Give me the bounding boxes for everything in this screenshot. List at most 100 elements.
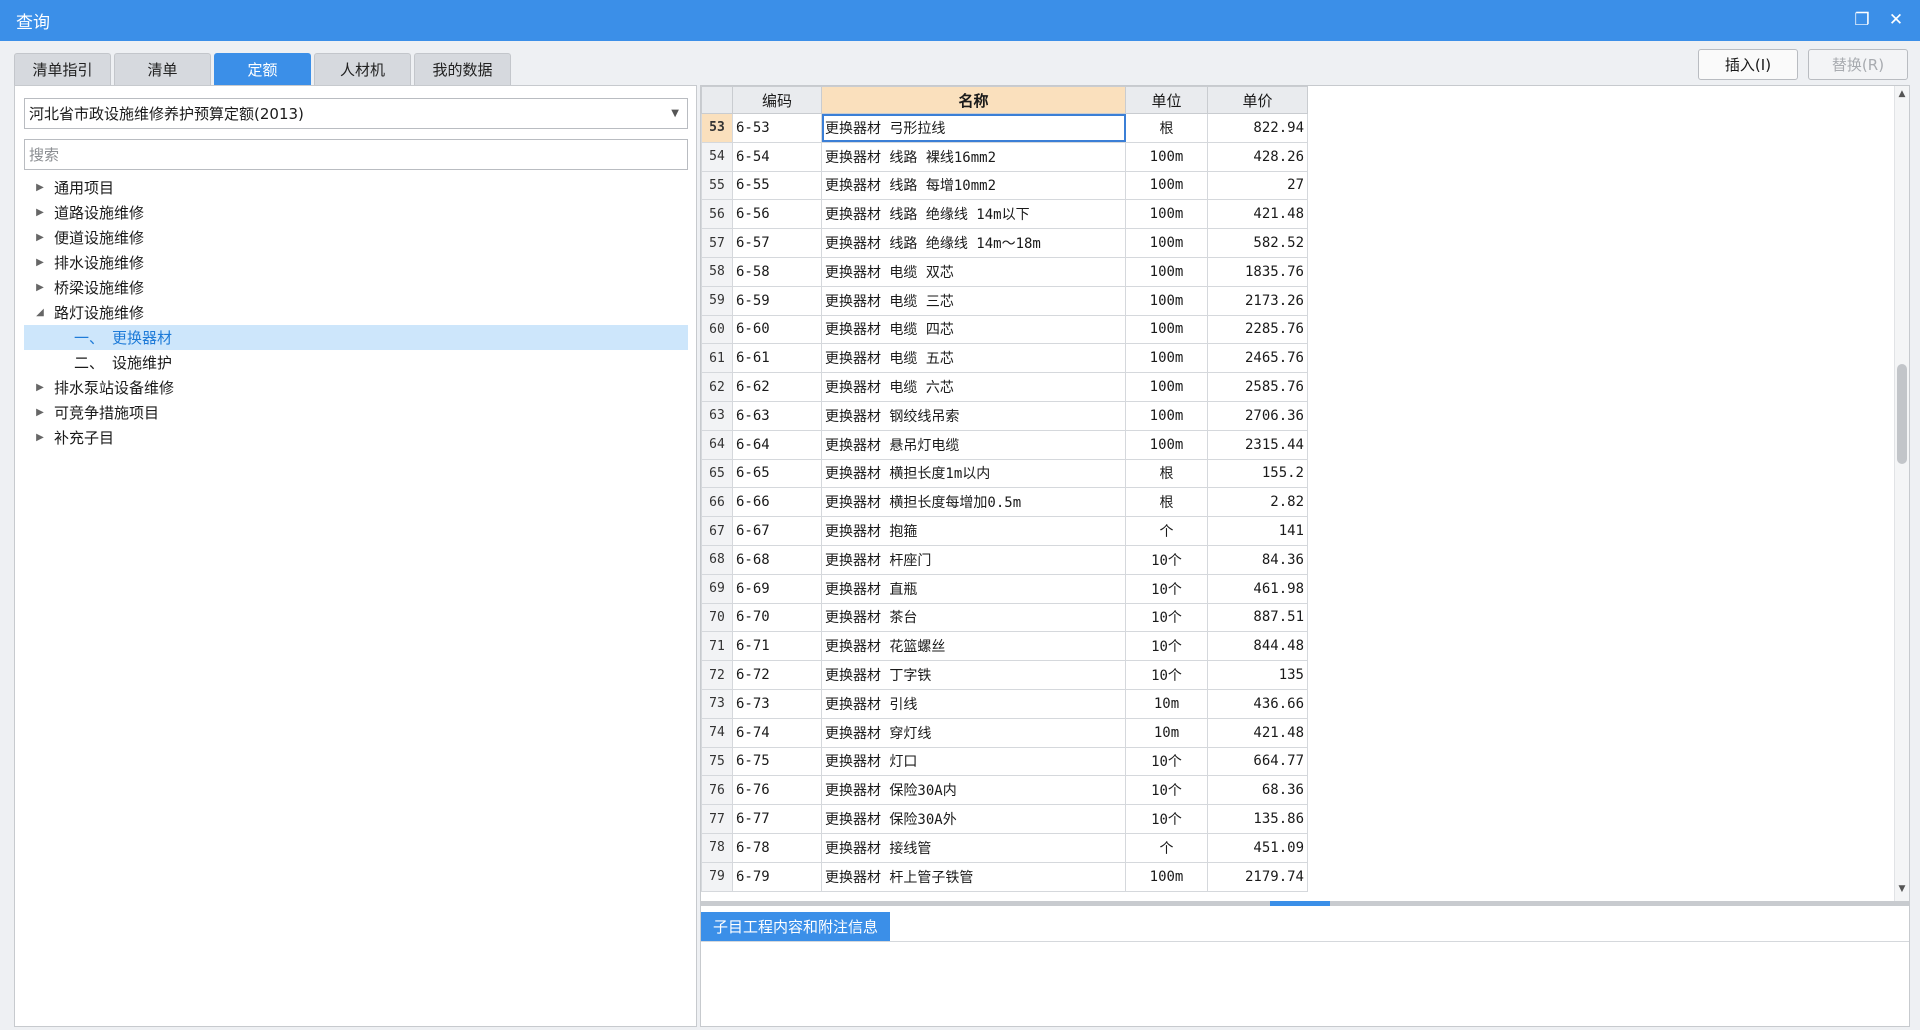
table-row[interactable]: 76 6-76 更换器材 保险30A内 10个 68.36 <box>701 775 1308 806</box>
tab-quota[interactable]: 定额 <box>214 53 311 85</box>
table-row[interactable]: 78 6-78 更换器材 接线管个 451.09 <box>701 832 1308 863</box>
cell-price[interactable]: 664.77 <box>1207 746 1308 777</box>
restore-icon[interactable]: ❐ <box>1852 10 1872 30</box>
cell-unit[interactable]: 10个 <box>1125 631 1208 662</box>
cell-name[interactable]: 更换器材 电缆 三芯 <box>821 285 1126 316</box>
cell-price[interactable]: 582.52 <box>1207 228 1308 258</box>
tab-bill[interactable]: 清单 <box>114 53 211 85</box>
dropdown-caret-icon[interactable]: ▼ <box>671 108 679 119</box>
cell-code[interactable]: 6-74 <box>732 717 822 748</box>
cell-unit[interactable]: 100m <box>1125 429 1208 460</box>
row-number[interactable]: 75 <box>701 746 733 777</box>
cell-price[interactable]: 421.48 <box>1207 199 1308 230</box>
row-number[interactable]: 71 <box>701 631 733 662</box>
table-row[interactable]: 61 6-61 更换器材 电缆 五芯 100m 2465.76 <box>701 343 1308 374</box>
cell-unit[interactable]: 100m <box>1125 372 1208 402</box>
cell-price[interactable]: 2315.44 <box>1207 429 1308 460</box>
table-row[interactable]: 72 6-72 更换器材 丁字铁 10个 135 <box>701 660 1308 690</box>
tree-child-item[interactable]: 一、 更换器材 <box>24 325 688 350</box>
cell-code[interactable]: 6-67 <box>732 516 822 546</box>
cell-name[interactable]: 更换器材 电缆 双芯 <box>821 256 1126 287</box>
cell-code[interactable]: 6-62 <box>732 372 822 402</box>
cell-name[interactable]: 更换器材 灯口 <box>821 746 1126 777</box>
tree-item[interactable]: ▶ 补充子目 <box>24 425 688 450</box>
tree-item[interactable]: ▶ 通用项目 <box>24 175 688 200</box>
table-row[interactable]: 60 6-60 更换器材 电缆 四芯 100m 2285.76 <box>701 314 1308 345</box>
cell-price[interactable]: 436.66 <box>1207 688 1308 719</box>
cell-name[interactable]: 更换器材 弓形拉线 <box>821 113 1126 143</box>
cell-price[interactable]: 155.2 <box>1207 458 1308 489</box>
cell-unit[interactable]: 10个 <box>1125 660 1208 690</box>
expand-arrow-icon[interactable]: ▶ <box>30 282 50 293</box>
cell-name[interactable]: 更换器材 花篮螺丝 <box>821 631 1126 662</box>
cell-price[interactable]: 135 <box>1207 660 1308 690</box>
row-number[interactable]: 76 <box>701 775 733 806</box>
cell-name[interactable]: 更换器材 引线 <box>821 688 1126 719</box>
expand-arrow-icon[interactable]: ▶ <box>30 207 50 218</box>
cell-unit[interactable]: 10个 <box>1125 775 1208 806</box>
cell-unit[interactable]: 100m <box>1125 400 1208 431</box>
row-number[interactable]: 79 <box>701 861 733 892</box>
cell-price[interactable]: 421.48 <box>1207 717 1308 748</box>
cell-code[interactable]: 6-79 <box>732 861 822 892</box>
cell-code[interactable]: 6-72 <box>732 660 822 690</box>
row-number[interactable]: 77 <box>701 804 733 834</box>
cell-unit[interactable]: 个 <box>1125 516 1208 546</box>
table-row[interactable]: 55 6-55 更换器材 线路 每增10mm2 100m 27 <box>701 170 1308 201</box>
row-number[interactable]: 68 <box>701 544 733 575</box>
cell-price[interactable]: 2179.74 <box>1207 861 1308 892</box>
cell-price[interactable]: 887.51 <box>1207 602 1308 633</box>
table-row[interactable]: 73 6-73 更换器材 引线 10m 436.66 <box>701 688 1308 719</box>
cell-unit[interactable]: 100m <box>1125 170 1208 201</box>
row-number[interactable]: 64 <box>701 429 733 460</box>
column-header-name[interactable]: 名称 <box>821 86 1126 114</box>
insert-button[interactable]: 插入(I) <box>1698 49 1798 80</box>
table-row[interactable]: 57 6-57 更换器材 线路 绝缘线 14m～18m 100m 582.52 <box>701 228 1308 258</box>
table-row[interactable]: 71 6-71 更换器材 花篮螺丝 10个 844.48 <box>701 631 1308 662</box>
row-number[interactable]: 58 <box>701 256 733 287</box>
row-number[interactable]: 78 <box>701 832 733 863</box>
cell-price[interactable]: 135.86 <box>1207 804 1308 834</box>
table-row[interactable]: 53 6-53 更换器材 弓形拉线根 822.94 <box>701 113 1308 143</box>
cell-unit[interactable]: 根 <box>1125 113 1208 143</box>
row-number[interactable]: 62 <box>701 372 733 402</box>
tree-item[interactable]: ◢ 路灯设施维修 <box>24 300 688 325</box>
table-row[interactable]: 74 6-74 更换器材 穿灯线 10m 421.48 <box>701 717 1308 748</box>
cell-code[interactable]: 6-78 <box>732 832 822 863</box>
row-number[interactable]: 61 <box>701 343 733 374</box>
cell-code[interactable]: 6-66 <box>732 487 822 518</box>
cell-price[interactable]: 141 <box>1207 516 1308 546</box>
cell-name[interactable]: 更换器材 线路 绝缘线 14m～18m <box>821 228 1126 258</box>
cell-unit[interactable]: 100m <box>1125 314 1208 345</box>
column-header-price[interactable]: 单价 <box>1207 86 1308 114</box>
library-select[interactable]: 河北省市政设施维修养护预算定额(2013) ▼ <box>24 98 688 129</box>
table-row[interactable]: 65 6-65 更换器材 横担长度1m以内根 155.2 <box>701 458 1308 489</box>
replace-button[interactable]: 替换(R) <box>1808 49 1908 80</box>
cell-unit[interactable]: 10m <box>1125 688 1208 719</box>
cell-code[interactable]: 6-71 <box>732 631 822 662</box>
cell-code[interactable]: 6-59 <box>732 285 822 316</box>
tree-item[interactable]: ▶ 排水设施维修 <box>24 250 688 275</box>
cell-code[interactable]: 6-65 <box>732 458 822 489</box>
cell-code[interactable]: 6-53 <box>732 113 822 143</box>
cell-unit[interactable]: 10个 <box>1125 804 1208 834</box>
cell-unit[interactable]: 100m <box>1125 141 1208 172</box>
cell-code[interactable]: 6-77 <box>732 804 822 834</box>
cell-name[interactable]: 更换器材 电缆 五芯 <box>821 343 1126 374</box>
cell-unit[interactable]: 10个 <box>1125 544 1208 575</box>
cell-unit[interactable]: 100m <box>1125 228 1208 258</box>
tab-item-notes[interactable]: 子目工程内容和附注信息 <box>701 912 891 941</box>
cell-price[interactable]: 844.48 <box>1207 631 1308 662</box>
row-number[interactable]: 54 <box>701 141 733 172</box>
cell-price[interactable]: 2585.76 <box>1207 372 1308 402</box>
cell-name[interactable]: 更换器材 悬吊灯电缆 <box>821 429 1126 460</box>
cell-code[interactable]: 6-56 <box>732 199 822 230</box>
expand-arrow-icon[interactable]: ▶ <box>30 432 50 443</box>
cell-unit[interactable]: 10个 <box>1125 746 1208 777</box>
table-row[interactable]: 69 6-69 更换器材 直瓶 10个 461.98 <box>701 573 1308 604</box>
cell-name[interactable]: 更换器材 保险30A外 <box>821 804 1126 834</box>
collapse-arrow-icon[interactable]: ◢ <box>30 307 50 318</box>
column-header-code[interactable]: 编码 <box>732 86 822 114</box>
cell-price[interactable]: 2173.26 <box>1207 285 1308 316</box>
cell-price[interactable]: 451.09 <box>1207 832 1308 863</box>
